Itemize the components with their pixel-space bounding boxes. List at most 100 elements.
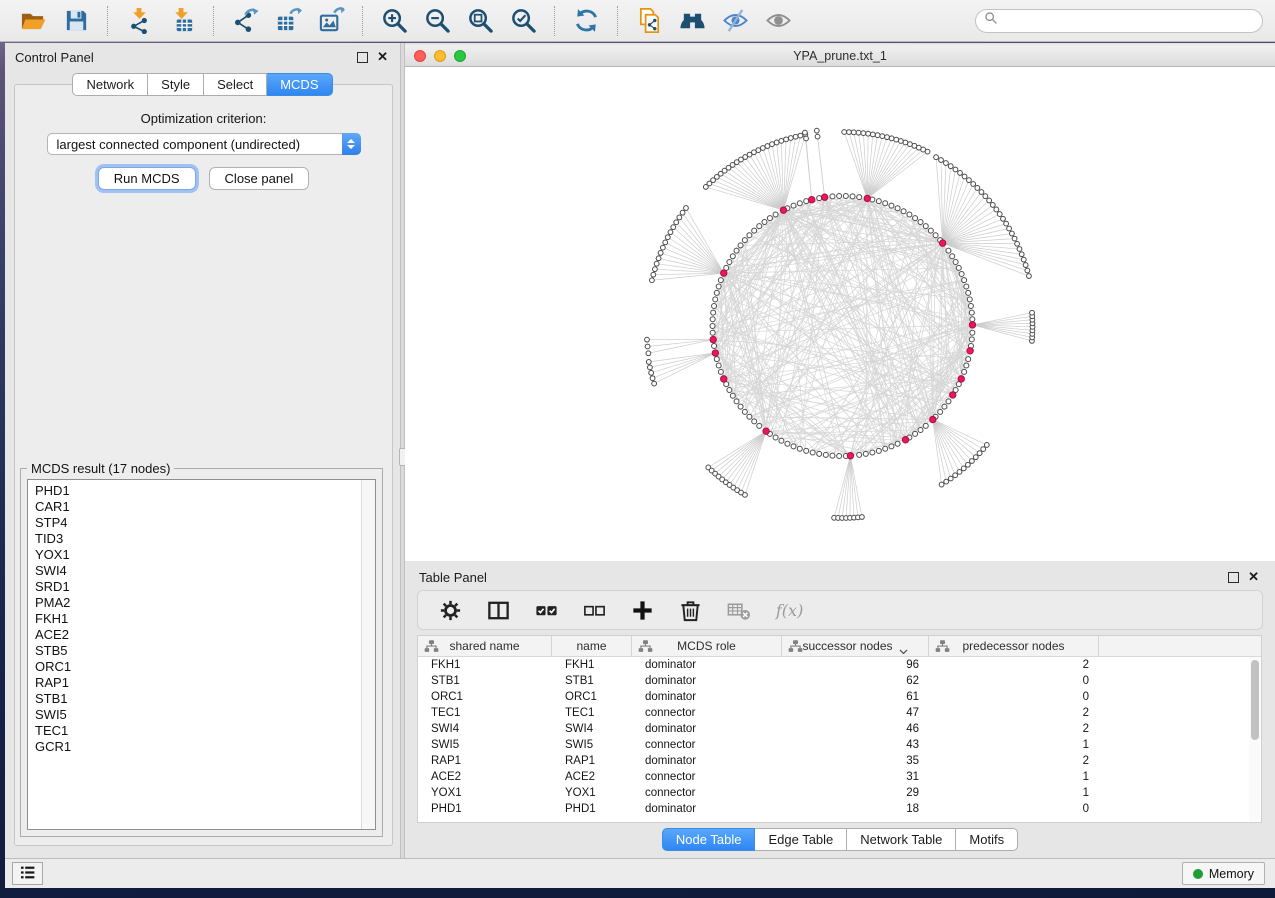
- graph-leaf-node[interactable]: [962, 174, 967, 179]
- mcds-result-item[interactable]: TEC1: [35, 723, 361, 739]
- mcds-result-item[interactable]: SWI5: [35, 707, 361, 723]
- graph-leaf-node[interactable]: [770, 142, 775, 147]
- graph-node[interactable]: [804, 199, 809, 204]
- graph-leaf-node[interactable]: [939, 158, 944, 163]
- graph-leaf-node[interactable]: [677, 215, 682, 220]
- import-network-button[interactable]: [126, 7, 153, 34]
- table-row[interactable]: TEC1TEC1connector472: [418, 705, 1261, 721]
- graph-node[interactable]: [966, 290, 971, 295]
- graph-leaf-node[interactable]: [983, 194, 988, 199]
- table-scrollbar-thumb[interactable]: [1251, 660, 1259, 740]
- search-input[interactable]: [1003, 13, 1254, 29]
- close-panel-icon[interactable]: ✕: [377, 52, 388, 62]
- graph-node[interactable]: [837, 194, 842, 199]
- graph-hub-node[interactable]: [958, 376, 964, 382]
- window-minimize-button[interactable]: [434, 50, 446, 62]
- graph-leaf-node[interactable]: [944, 479, 949, 484]
- graph-node[interactable]: [752, 419, 757, 424]
- graph-leaf-node[interactable]: [889, 136, 894, 141]
- graph-leaf-node[interactable]: [814, 128, 819, 133]
- graph-leaf-node[interactable]: [1007, 226, 1012, 231]
- search-network-button[interactable]: [679, 7, 706, 34]
- run-mcds-button[interactable]: Run MCDS: [98, 167, 196, 190]
- graph-leaf-node[interactable]: [703, 185, 708, 190]
- clone-network-button[interactable]: [636, 7, 663, 34]
- table-row[interactable]: STB1STB1dominator620: [418, 673, 1261, 689]
- graph-node[interactable]: [928, 228, 933, 233]
- mcds-result-item[interactable]: SRD1: [35, 579, 361, 595]
- graph-node[interactable]: [962, 278, 967, 283]
- graph-node[interactable]: [810, 450, 815, 455]
- graph-leaf-node[interactable]: [944, 161, 949, 166]
- graph-leaf-node[interactable]: [851, 130, 856, 135]
- graph-hub-node[interactable]: [710, 336, 716, 342]
- graph-node[interactable]: [857, 452, 862, 457]
- graph-leaf-node[interactable]: [647, 365, 652, 370]
- graph-leaf-node[interactable]: [654, 261, 659, 266]
- graph-hub-node[interactable]: [950, 392, 956, 398]
- graph-node[interactable]: [730, 254, 735, 259]
- split-columns-button[interactable]: [486, 598, 511, 623]
- graph-node[interactable]: [843, 194, 848, 199]
- graph-leaf-node[interactable]: [973, 455, 978, 460]
- graph-leaf-node[interactable]: [1019, 252, 1024, 257]
- zoom-fit-button[interactable]: [467, 7, 494, 34]
- graph-node[interactable]: [830, 453, 835, 458]
- graph-node[interactable]: [716, 284, 721, 289]
- graph-leaf-node[interactable]: [939, 482, 944, 487]
- close-table-panel-icon[interactable]: ✕: [1248, 572, 1259, 582]
- graph-node[interactable]: [711, 310, 716, 315]
- graph-leaf-node[interactable]: [646, 360, 651, 365]
- graph-hub-node[interactable]: [721, 270, 727, 276]
- graph-node[interactable]: [918, 220, 923, 225]
- import-table-button[interactable]: [169, 7, 196, 34]
- graph-node[interactable]: [713, 297, 718, 302]
- graph-node[interactable]: [946, 248, 951, 253]
- graph-node[interactable]: [895, 441, 900, 446]
- hide-graphics-details-button[interactable]: [722, 7, 749, 34]
- graph-node[interactable]: [923, 224, 928, 229]
- table-row[interactable]: YOX1YOX1connector291: [418, 785, 1261, 801]
- select-all-rows-button[interactable]: [534, 598, 559, 623]
- mcds-result-item[interactable]: ORC1: [35, 659, 361, 675]
- graph-node[interactable]: [752, 228, 757, 233]
- tab-style[interactable]: Style: [148, 73, 204, 96]
- graph-leaf-node[interactable]: [958, 171, 963, 176]
- graph-node[interactable]: [946, 399, 951, 404]
- delete-row-button[interactable]: [678, 598, 703, 623]
- graph-node[interactable]: [970, 330, 975, 335]
- graph-node[interactable]: [962, 369, 967, 374]
- graph-leaf-node[interactable]: [804, 136, 809, 141]
- graph-node[interactable]: [718, 369, 723, 374]
- export-image-button[interactable]: [318, 7, 345, 34]
- graph-node[interactable]: [889, 203, 894, 208]
- graph-hub-node[interactable]: [821, 194, 827, 200]
- graph-node[interactable]: [716, 363, 721, 368]
- column-header-name[interactable]: name: [552, 636, 632, 656]
- deselect-all-rows-button[interactable]: [582, 598, 607, 623]
- graph-leaf-node[interactable]: [981, 447, 986, 452]
- graph-node[interactable]: [762, 220, 767, 225]
- graph-leaf-node[interactable]: [977, 451, 982, 456]
- mcds-result-item[interactable]: PHD1: [35, 483, 361, 499]
- window-close-button[interactable]: [414, 50, 426, 62]
- graph-leaf-node[interactable]: [1030, 310, 1035, 315]
- graph-leaf-node[interactable]: [649, 370, 654, 375]
- graph-leaf-node[interactable]: [650, 376, 655, 381]
- graph-hub-node[interactable]: [930, 416, 936, 422]
- graph-leaf-node[interactable]: [948, 164, 953, 169]
- mcds-result-list[interactable]: PHD1CAR1STP4TID3YOX1SWI4SRD1PMA2FKH1ACE2…: [27, 479, 376, 830]
- graph-hub-node[interactable]: [939, 240, 945, 246]
- graph-node[interactable]: [710, 317, 715, 322]
- mcds-result-item[interactable]: GCR1: [35, 739, 361, 755]
- graph-leaf-node[interactable]: [668, 230, 673, 235]
- graph-node[interactable]: [895, 206, 900, 211]
- graph-node[interactable]: [969, 310, 974, 315]
- graph-leaf-node[interactable]: [645, 344, 650, 349]
- graph-leaf-node[interactable]: [646, 351, 651, 356]
- graph-leaf-node[interactable]: [671, 225, 676, 230]
- mcds-result-item[interactable]: SWI4: [35, 563, 361, 579]
- graph-leaf-node[interactable]: [847, 130, 852, 135]
- graph-leaf-node[interactable]: [1012, 236, 1017, 241]
- result-list-scrollbar[interactable]: [361, 480, 375, 829]
